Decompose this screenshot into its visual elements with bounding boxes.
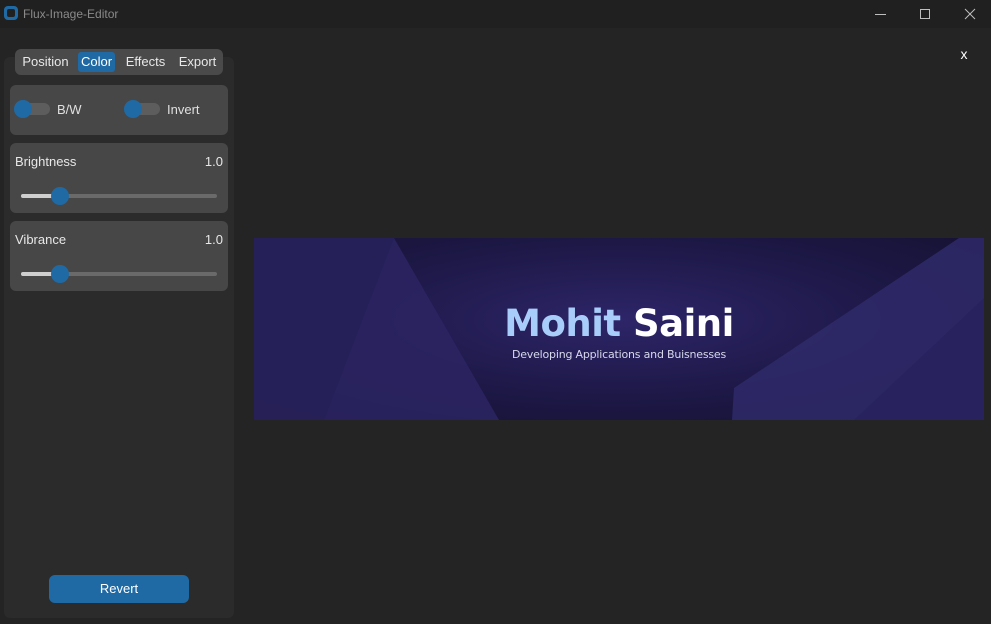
- bw-label: B/W: [57, 102, 82, 117]
- banner-name: Mohit Saini: [254, 302, 984, 345]
- tab-color[interactable]: Color: [78, 52, 115, 72]
- banner-tagline: Developing Applications and Buisnesses: [511, 348, 727, 361]
- vibrance-label: Vibrance: [15, 232, 67, 247]
- close-image-button[interactable]: x: [955, 45, 973, 63]
- invert-switch[interactable]: [124, 100, 160, 118]
- toggle-panel: B/W Invert: [10, 85, 228, 135]
- vibrance-panel: Vibrance 1.0: [10, 221, 228, 291]
- vibrance-value: 1.0: [204, 232, 223, 247]
- invert-label: Invert: [167, 102, 200, 117]
- banner-last-name: Saini: [633, 302, 734, 345]
- tab-effects[interactable]: Effects: [121, 52, 170, 72]
- minimize-button[interactable]: [858, 0, 904, 28]
- banner-first-name: Mohit: [504, 302, 621, 345]
- app-logo-icon: [4, 6, 18, 20]
- brightness-slider[interactable]: [21, 187, 217, 205]
- vibrance-slider[interactable]: [21, 265, 217, 283]
- brightness-panel: Brightness 1.0: [10, 143, 228, 213]
- window-title: Flux-Image-Editor: [23, 7, 119, 21]
- tab-bar: Position Color Effects Export: [15, 49, 223, 75]
- brightness-label: Brightness: [15, 154, 77, 169]
- switch-knob: [124, 100, 142, 118]
- close-window-button[interactable]: [947, 0, 991, 28]
- tab-export[interactable]: Export: [176, 52, 219, 72]
- revert-button[interactable]: Revert: [49, 575, 189, 603]
- slider-knob[interactable]: [51, 187, 69, 205]
- slider-knob[interactable]: [51, 265, 69, 283]
- maximize-icon: [920, 9, 930, 19]
- title-bar: Flux-Image-Editor: [0, 0, 991, 28]
- minimize-icon: [875, 14, 886, 15]
- switch-knob: [14, 100, 32, 118]
- tab-position[interactable]: Position: [19, 52, 72, 72]
- maximize-button[interactable]: [902, 0, 948, 28]
- banner-image: Mohit Saini Developing Applications and …: [254, 238, 984, 420]
- brightness-value: 1.0: [204, 154, 223, 169]
- bw-switch[interactable]: [14, 100, 50, 118]
- close-icon: [964, 8, 976, 20]
- app-window: Flux-Image-Editor Position Color Effects…: [0, 0, 991, 624]
- sidebar-panel: [4, 57, 234, 618]
